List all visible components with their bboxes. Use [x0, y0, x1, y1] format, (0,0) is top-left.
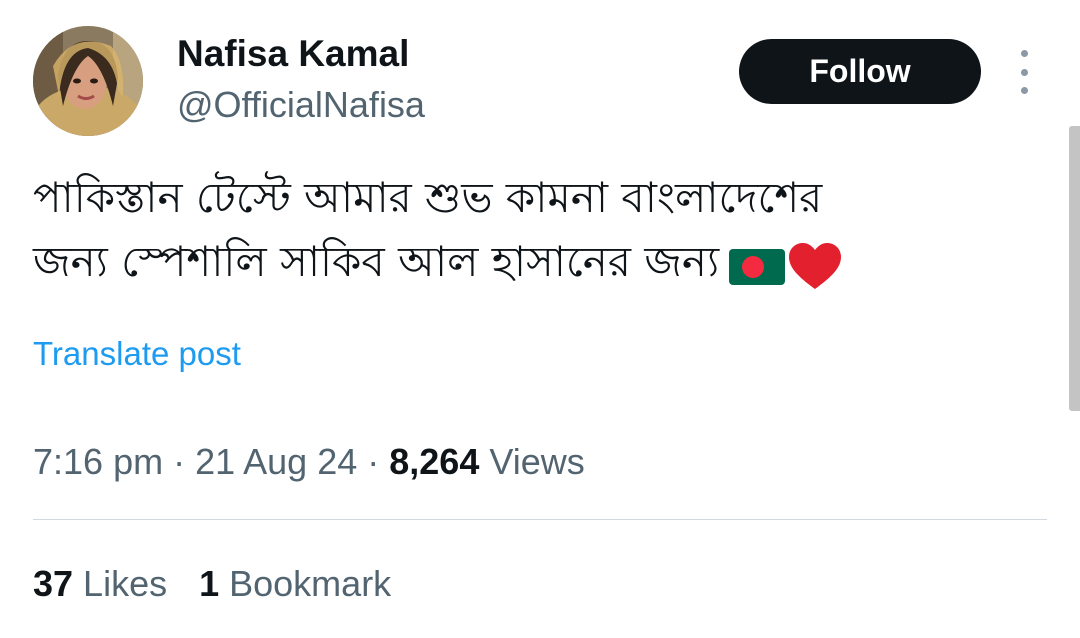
scrollbar[interactable] [1069, 126, 1080, 411]
red-heart-icon [789, 243, 842, 289]
views-label: Views [479, 441, 585, 482]
more-dot [1020, 68, 1028, 76]
tweet-date[interactable]: 21 Aug 24 [195, 441, 357, 482]
meta-separator: · [357, 441, 390, 482]
tweet-text: পাকিস্তান টেস্টে আমার শুভ কামনা বাংলাদেশ… [33, 166, 1043, 297]
likes-count: 37 [33, 563, 74, 604]
bookmarks-label: Bookmark [219, 563, 392, 604]
tweet-line-2-text: জন্য স্পেশালি সাকিব আল হাসানের জন্য [33, 237, 720, 286]
tweet-line-2: জন্য স্পেশালি সাকিব আল হাসানের জন্য [33, 230, 1043, 297]
meta-separator: · [163, 441, 196, 482]
divider [33, 519, 1047, 520]
bookmarks-count: 1 [199, 563, 220, 604]
author-handle[interactable]: @OfficialNafisa [177, 83, 425, 127]
author-display-name[interactable]: Nafisa Kamal [177, 32, 409, 76]
engagement-stats: 37 Likes 1 Bookmark [33, 562, 391, 606]
translate-post-link[interactable]: Translate post [33, 334, 241, 374]
profile-photo-icon [33, 26, 143, 136]
tweet-line-1: পাকিস্তান টেস্টে আমার শুভ কামনা বাংলাদেশ… [33, 173, 823, 222]
bangladesh-flag-icon [729, 249, 786, 285]
likes-label: Likes [73, 563, 168, 604]
avatar[interactable] [33, 26, 143, 136]
more-vertical-icon[interactable] [1010, 50, 1038, 94]
likes-stat[interactable]: 37 Likes [33, 563, 167, 604]
more-dot [1020, 87, 1028, 94]
follow-button[interactable]: Follow [739, 39, 981, 104]
more-dot [1020, 50, 1028, 57]
emoji-row [727, 233, 843, 297]
tweet-time[interactable]: 7:16 pm [33, 441, 163, 482]
views-count: 8,264 [389, 441, 480, 482]
bookmarks-stat[interactable]: 1 Bookmark [199, 563, 391, 604]
tweet-meta: 7:16 pm · 21 Aug 24 · 8,264 Views [33, 440, 585, 484]
